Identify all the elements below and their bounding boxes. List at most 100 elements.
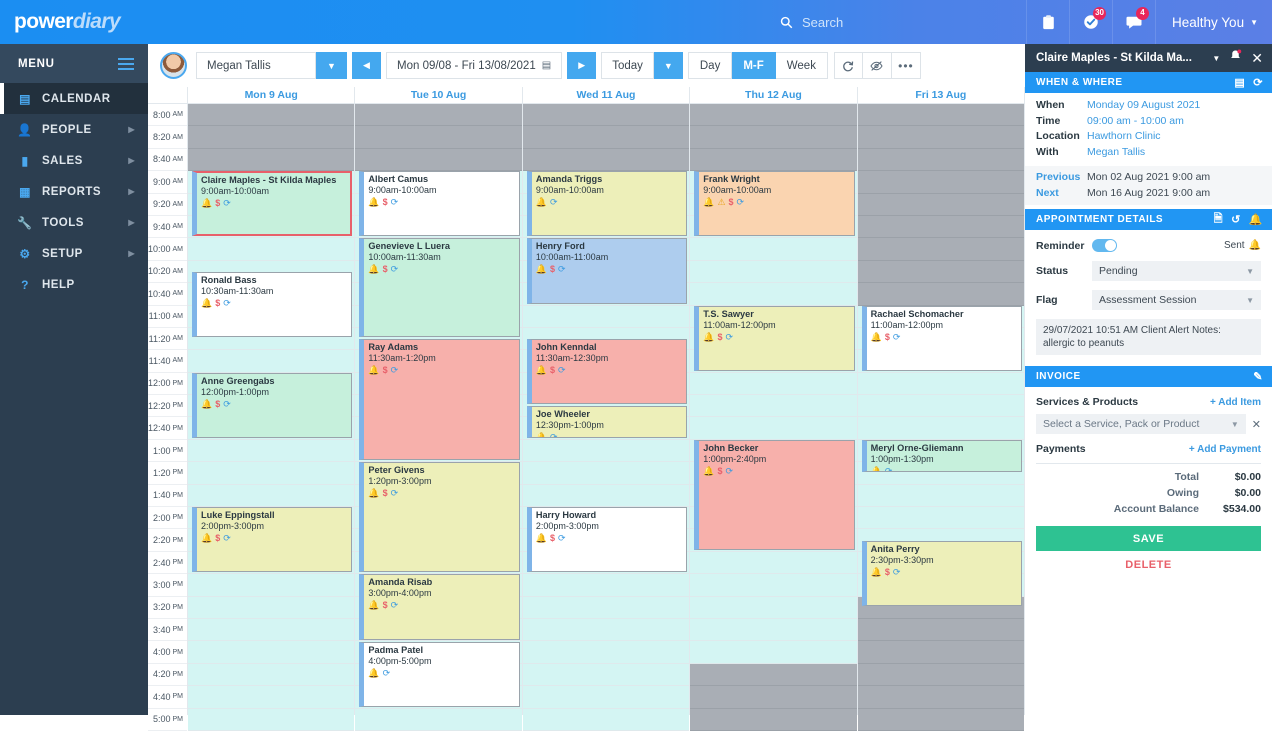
time-slot[interactable] bbox=[188, 238, 354, 260]
appointment-block[interactable]: Harry Howard2:00pm-3:00pm🔔$⟳ bbox=[527, 507, 687, 572]
close-icon[interactable]: ✕ bbox=[1251, 50, 1263, 67]
time-slot[interactable] bbox=[690, 238, 856, 260]
appointment-block[interactable]: Genevieve L Luera10:00am-11:30am🔔$⟳ bbox=[359, 238, 519, 337]
appointment-block[interactable]: Padma Patel4:00pm-5:00pm🔔⟳ bbox=[359, 642, 519, 707]
hamburger-icon[interactable] bbox=[118, 58, 134, 70]
bell-icon[interactable]: 🔔 bbox=[1249, 213, 1263, 226]
refresh-icon[interactable]: ⟳ bbox=[1253, 76, 1263, 89]
appointment-block[interactable]: Henry Ford10:00am-11:00am🔔$⟳ bbox=[527, 238, 687, 303]
appointment-block[interactable]: John Kenndal11:30am-12:30pm🔔$⟳ bbox=[527, 339, 687, 404]
time-slot[interactable] bbox=[188, 619, 354, 641]
add-item-button[interactable]: + Add Item bbox=[1210, 397, 1261, 408]
next-week-button[interactable]: ▶ bbox=[567, 52, 596, 79]
sidebar-item-people[interactable]: 👤PEOPLE▶ bbox=[0, 114, 148, 145]
time-slot[interactable] bbox=[188, 686, 354, 708]
time-slot[interactable] bbox=[523, 619, 689, 641]
time-slot[interactable] bbox=[690, 641, 856, 663]
day-header[interactable]: Mon 9 Aug bbox=[188, 87, 355, 103]
time-slot[interactable] bbox=[858, 373, 1024, 395]
time-slot[interactable] bbox=[523, 686, 689, 708]
today-button[interactable]: Today bbox=[601, 52, 654, 79]
search-input[interactable]: Search bbox=[780, 0, 1030, 44]
time-slot[interactable] bbox=[858, 507, 1024, 529]
day-header[interactable]: Fri 13 Aug bbox=[858, 87, 1025, 103]
time-slot[interactable] bbox=[188, 597, 354, 619]
time-slot[interactable] bbox=[690, 574, 856, 596]
view-button-mf[interactable]: M-F bbox=[732, 52, 775, 79]
time-slot[interactable] bbox=[188, 462, 354, 484]
time-slot[interactable] bbox=[523, 709, 689, 731]
practitioner-select[interactable]: Megan Tallis bbox=[196, 52, 316, 79]
appointment-block[interactable]: Amanda Triggs9:00am-10:00am🔔⟳ bbox=[527, 171, 687, 236]
time-slot[interactable] bbox=[523, 641, 689, 663]
app-logo[interactable]: powerdiary bbox=[0, 10, 148, 34]
time-slot[interactable] bbox=[690, 261, 856, 283]
time-slot[interactable] bbox=[690, 417, 856, 439]
reminder-toggle[interactable] bbox=[1092, 239, 1117, 252]
time-slot[interactable] bbox=[690, 597, 856, 619]
time-slot[interactable] bbox=[690, 619, 856, 641]
more-options-button[interactable]: ••• bbox=[892, 52, 921, 79]
appointment-block[interactable]: Frank Wright9:00am-10:00am🔔⚠$⟳ bbox=[694, 171, 854, 236]
time-slot[interactable] bbox=[690, 395, 856, 417]
time-slot[interactable] bbox=[523, 597, 689, 619]
time-slot[interactable] bbox=[188, 440, 354, 462]
prev-week-button[interactable]: ◀ bbox=[352, 52, 381, 79]
time-slot[interactable] bbox=[355, 709, 521, 731]
date-range-display[interactable]: Mon 09/08 - Fri 13/08/2021 ▤ bbox=[386, 52, 562, 79]
clipboard-button[interactable] bbox=[1026, 0, 1069, 44]
sidebar-item-reports[interactable]: ▦REPORTS▶ bbox=[0, 176, 148, 207]
time-slot[interactable] bbox=[188, 664, 354, 686]
flag-select[interactable]: Assessment Session ▼ bbox=[1092, 290, 1261, 310]
time-slot[interactable] bbox=[690, 373, 856, 395]
today-dropdown-button[interactable]: ▼ bbox=[654, 52, 683, 79]
appointment-block[interactable]: Ronald Bass10:30am-11:30am🔔$⟳ bbox=[192, 272, 352, 337]
sidebar-item-calendar[interactable]: ▤CALENDAR bbox=[0, 83, 148, 114]
day-header[interactable]: Wed 11 Aug bbox=[523, 87, 690, 103]
appointment-block[interactable]: Claire Maples - St Kilda Maples9:00am-10… bbox=[192, 171, 352, 236]
service-select[interactable]: Select a Service, Pack or Product ▼ bbox=[1036, 414, 1246, 434]
sidebar-item-help[interactable]: ?HELP bbox=[0, 269, 148, 300]
practitioner-dropdown-button[interactable]: ▼ bbox=[316, 52, 347, 79]
time-slot[interactable] bbox=[690, 552, 856, 574]
tasks-button[interactable]: 30 bbox=[1069, 0, 1112, 44]
time-slot[interactable] bbox=[188, 350, 354, 372]
sidebar-item-setup[interactable]: ⚙SETUP▶ bbox=[0, 238, 148, 269]
refresh-button[interactable] bbox=[834, 52, 863, 79]
time-slot[interactable] bbox=[523, 574, 689, 596]
time-slot[interactable] bbox=[523, 440, 689, 462]
appointment-block[interactable]: Amanda Risab3:00pm-4:00pm🔔$⟳ bbox=[359, 574, 519, 639]
calendar-icon[interactable]: ▤ bbox=[1234, 76, 1245, 89]
appointment-block[interactable]: Anne Greengabs12:00pm-1:00pm🔔$⟳ bbox=[192, 373, 352, 438]
appointment-block[interactable]: Joe Wheeler12:30pm-1:00pm🔔⟳ bbox=[527, 406, 687, 438]
close-icon[interactable]: ✕ bbox=[1252, 418, 1261, 431]
time-slot[interactable] bbox=[523, 664, 689, 686]
time-slot[interactable] bbox=[523, 462, 689, 484]
day-header[interactable]: Thu 12 Aug bbox=[690, 87, 857, 103]
time-slot[interactable] bbox=[858, 417, 1024, 439]
appointment-block[interactable]: T.S. Sawyer11:00am-12:00pm🔔$⟳ bbox=[694, 306, 854, 371]
account-menu[interactable]: Healthy You ▼ bbox=[1155, 0, 1272, 44]
sidebar-item-tools[interactable]: 🔧TOOLS▶ bbox=[0, 207, 148, 238]
time-slot[interactable] bbox=[523, 306, 689, 328]
appointment-block[interactable]: Albert Camus9:00am-10:00am🔔$⟳ bbox=[359, 171, 519, 236]
day-header[interactable]: Tue 10 Aug bbox=[355, 87, 522, 103]
hide-button[interactable] bbox=[863, 52, 892, 79]
history-icon[interactable]: ↺ bbox=[1231, 213, 1241, 226]
time-slot[interactable] bbox=[188, 641, 354, 663]
previous-row[interactable]: Previous Mon 02 Aug 2021 9:00 am bbox=[1025, 169, 1272, 185]
delete-button[interactable]: DELETE bbox=[1025, 559, 1272, 571]
time-slot[interactable] bbox=[188, 485, 354, 507]
appointment-block[interactable]: Anita Perry2:30pm-3:30pm🔔$⟳ bbox=[862, 541, 1022, 606]
chevron-down-icon[interactable]: ▼ bbox=[1212, 54, 1220, 63]
status-select[interactable]: Pending ▼ bbox=[1092, 261, 1261, 281]
time-slot[interactable] bbox=[858, 485, 1024, 507]
appointment-block[interactable]: John Becker1:00pm-2:40pm🔔$⟳ bbox=[694, 440, 854, 550]
appointment-block[interactable]: Meryl Orne-Gliemann1:00pm-1:30pm🔔⟳ bbox=[862, 440, 1022, 472]
pencil-icon[interactable]: ✎ bbox=[1253, 370, 1263, 383]
messages-button[interactable]: 4 bbox=[1112, 0, 1155, 44]
note-icon[interactable]: 🗎 bbox=[1214, 210, 1223, 229]
appointment-block[interactable]: Peter Givens1:20pm-3:00pm🔔$⟳ bbox=[359, 462, 519, 572]
time-slot[interactable] bbox=[188, 709, 354, 731]
view-button-day[interactable]: Day bbox=[688, 52, 732, 79]
